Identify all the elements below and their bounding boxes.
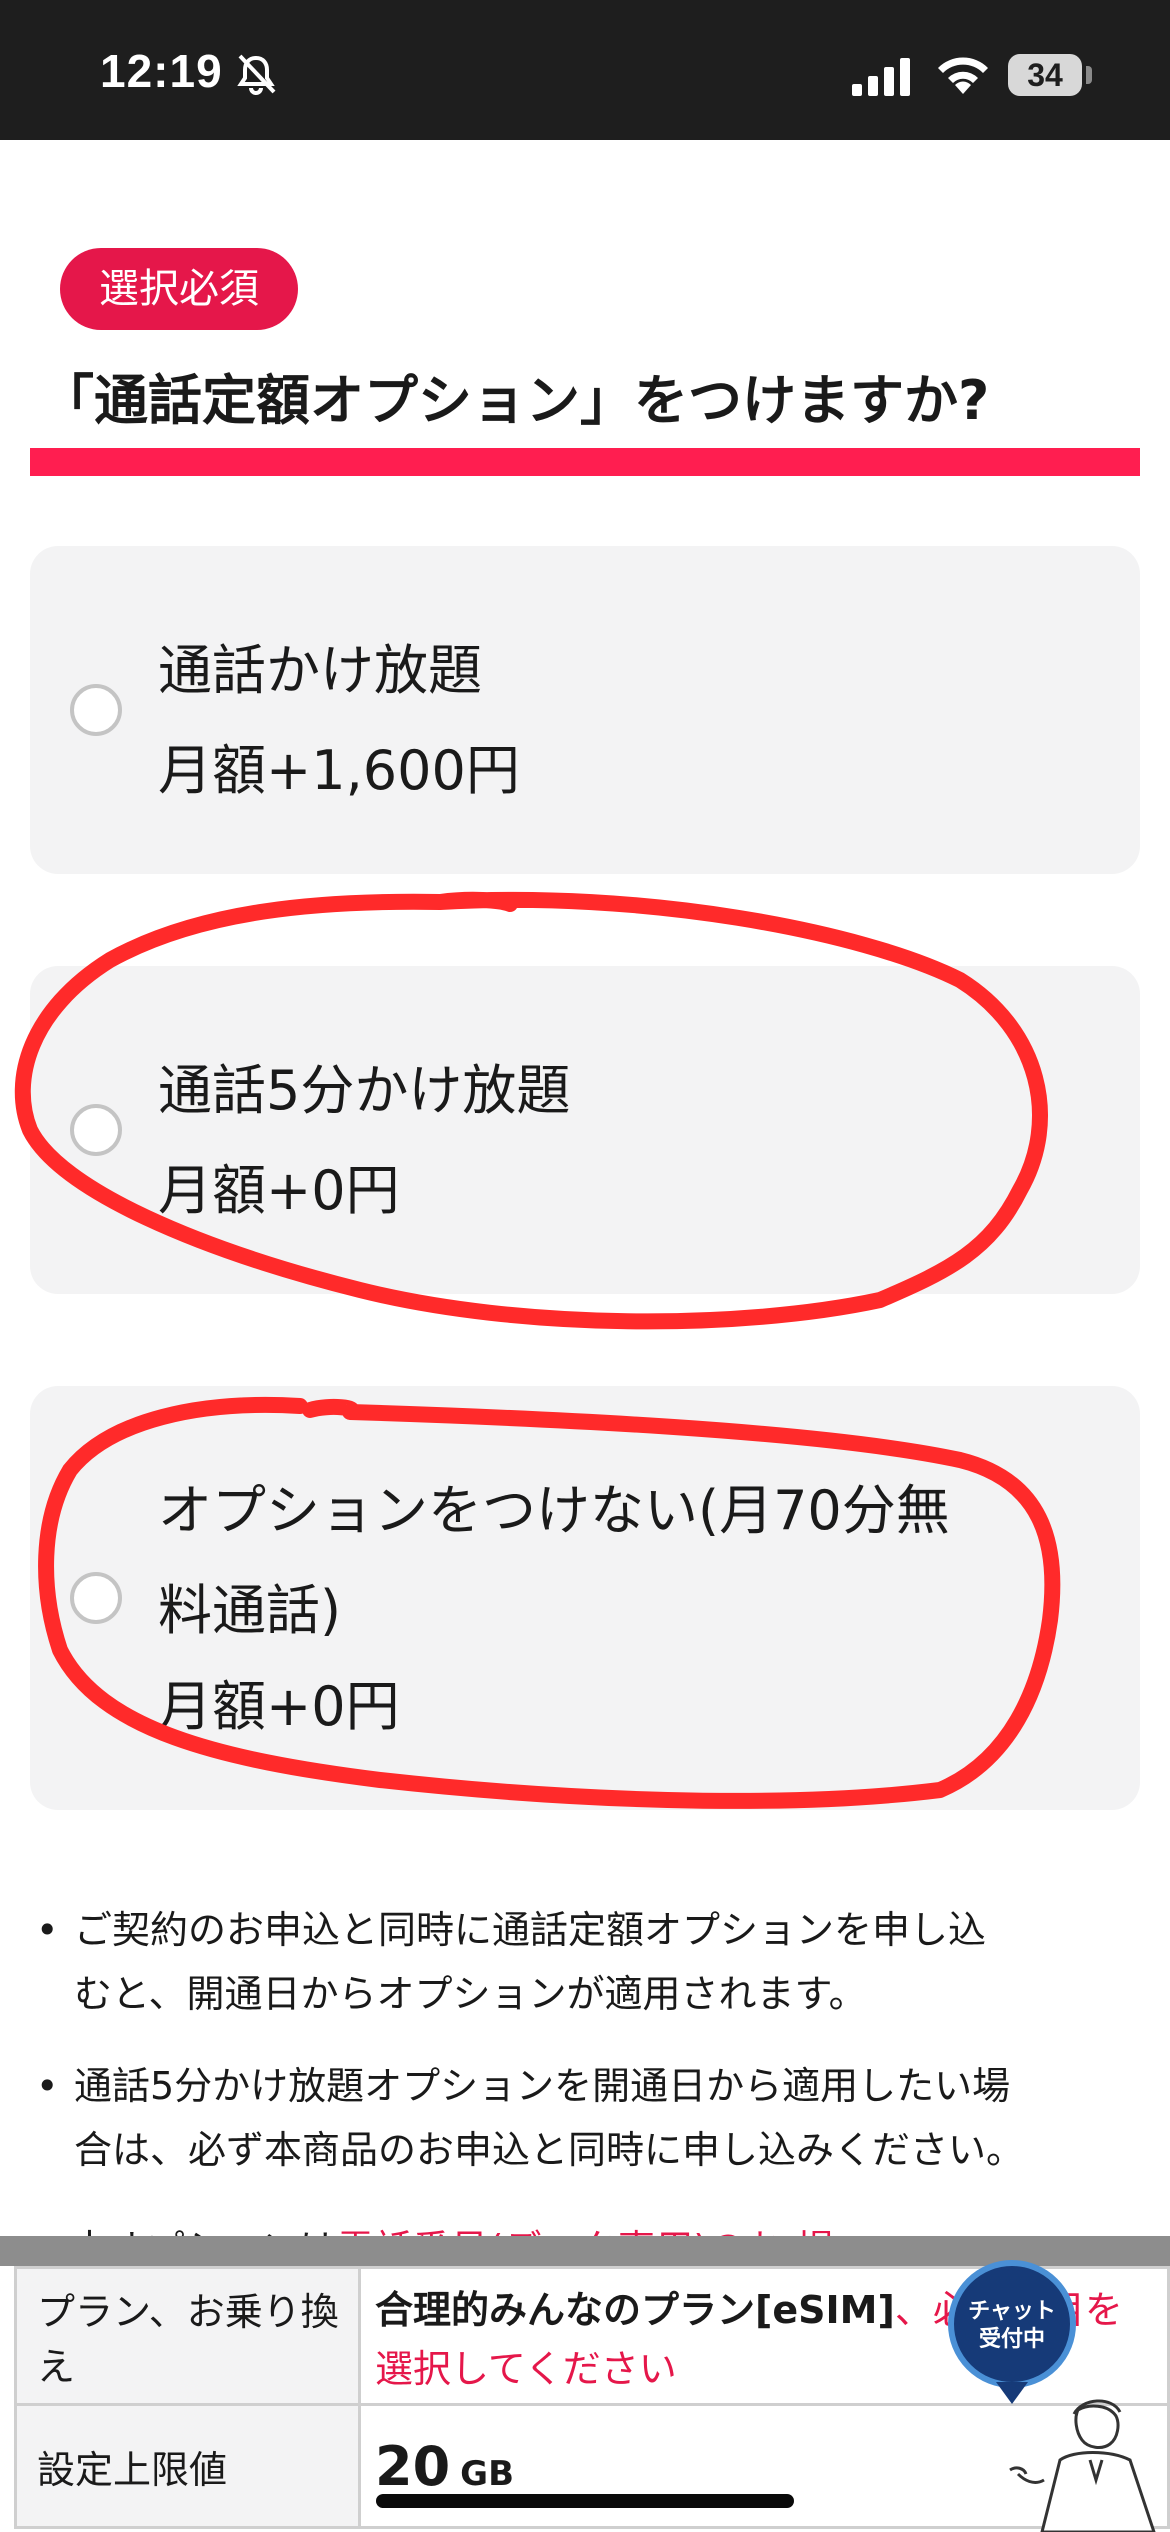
limit-number: 20 <box>375 2434 451 2498</box>
title-divider <box>30 448 1140 476</box>
required-badge: 選択必須 <box>60 248 298 330</box>
note-text: ご契約のお申込と同時に通話定額オプションを申し込 むと、開通日からオプションが適… <box>74 1898 1164 2026</box>
option-card-5min-calls[interactable]: 通話5分かけ放題 月額+0円 <box>30 966 1140 1294</box>
home-indicator <box>376 2494 794 2508</box>
battery-icon: 34 <box>1008 54 1082 96</box>
option-title: オプションをつけない(月70分無 <box>158 1479 950 1542</box>
option-price: 月額+1,600円 <box>158 739 520 802</box>
note-line: 合は、必ず本商品のお申込と同時に申し込みください。 <box>74 2128 1025 2172</box>
bullet: • <box>36 2064 59 2108</box>
note-line: むと、開通日からオプションが適用されます。 <box>74 1972 867 2016</box>
note-text: 通話5分かけ放題オプションを開通日から適用したい場 合は、必ず本商品のお申込と同… <box>74 2054 1164 2182</box>
radio-button[interactable] <box>70 1104 122 1156</box>
option-card-no-option[interactable]: オプションをつけない(月70分無 料通話) 月額+0円 <box>30 1386 1140 1810</box>
note-line: 通話5分かけ放題オプションを開通日から適用したい場 <box>74 2064 1011 2108</box>
battery-cap <box>1086 66 1092 84</box>
radio-button[interactable] <box>70 684 122 736</box>
wifi-icon <box>938 57 988 94</box>
chat-bubble-tail <box>996 2382 1028 2404</box>
option-price: 月額+0円 <box>158 1675 400 1738</box>
radio-button[interactable] <box>70 1572 122 1624</box>
chat-button[interactable]: チャット 受付中 <box>948 2260 1076 2388</box>
chat-status: 受付中 <box>978 2327 1045 2352</box>
plan-name: 合理的みんなのプラン[eSIM] <box>375 2288 895 2332</box>
limit-unit: GB <box>460 2453 514 2494</box>
status-time: 12:19 <box>100 45 223 97</box>
option-title: 通話かけ放題 <box>158 639 482 702</box>
question-title: 「通話定額オプション」をつけますか? <box>40 369 990 432</box>
status-bar: 12:19 34 <box>0 0 1170 140</box>
option-card-unlimited-calls[interactable]: 通話かけ放題 月額+1,600円 <box>30 546 1140 874</box>
bell-slash-icon <box>237 54 276 95</box>
option-title-continued: 料通話) <box>158 1579 342 1642</box>
option-price: 月額+0円 <box>158 1159 400 1222</box>
signal-icon <box>852 58 910 96</box>
plan-label: プラン、お乗り換え <box>14 2266 361 2406</box>
chat-label: チャット <box>968 2299 1056 2324</box>
note-item: • ご契約のお申込と同時に通話定額オプションを申し込 むと、開通日からオプション… <box>36 1898 1146 2028</box>
note-item: • 通話5分かけ放題オプションを開通日から適用したい場 合は、必ず本商品のお申込… <box>36 2054 1146 2184</box>
option-title: 通話5分かけ放題 <box>158 1059 571 1122</box>
bullet: • <box>36 1908 59 1952</box>
note-line: ご契約のお申込と同時に通話定額オプションを申し込 <box>74 1908 987 1952</box>
limit-label: 設定上限値 <box>14 2403 361 2529</box>
